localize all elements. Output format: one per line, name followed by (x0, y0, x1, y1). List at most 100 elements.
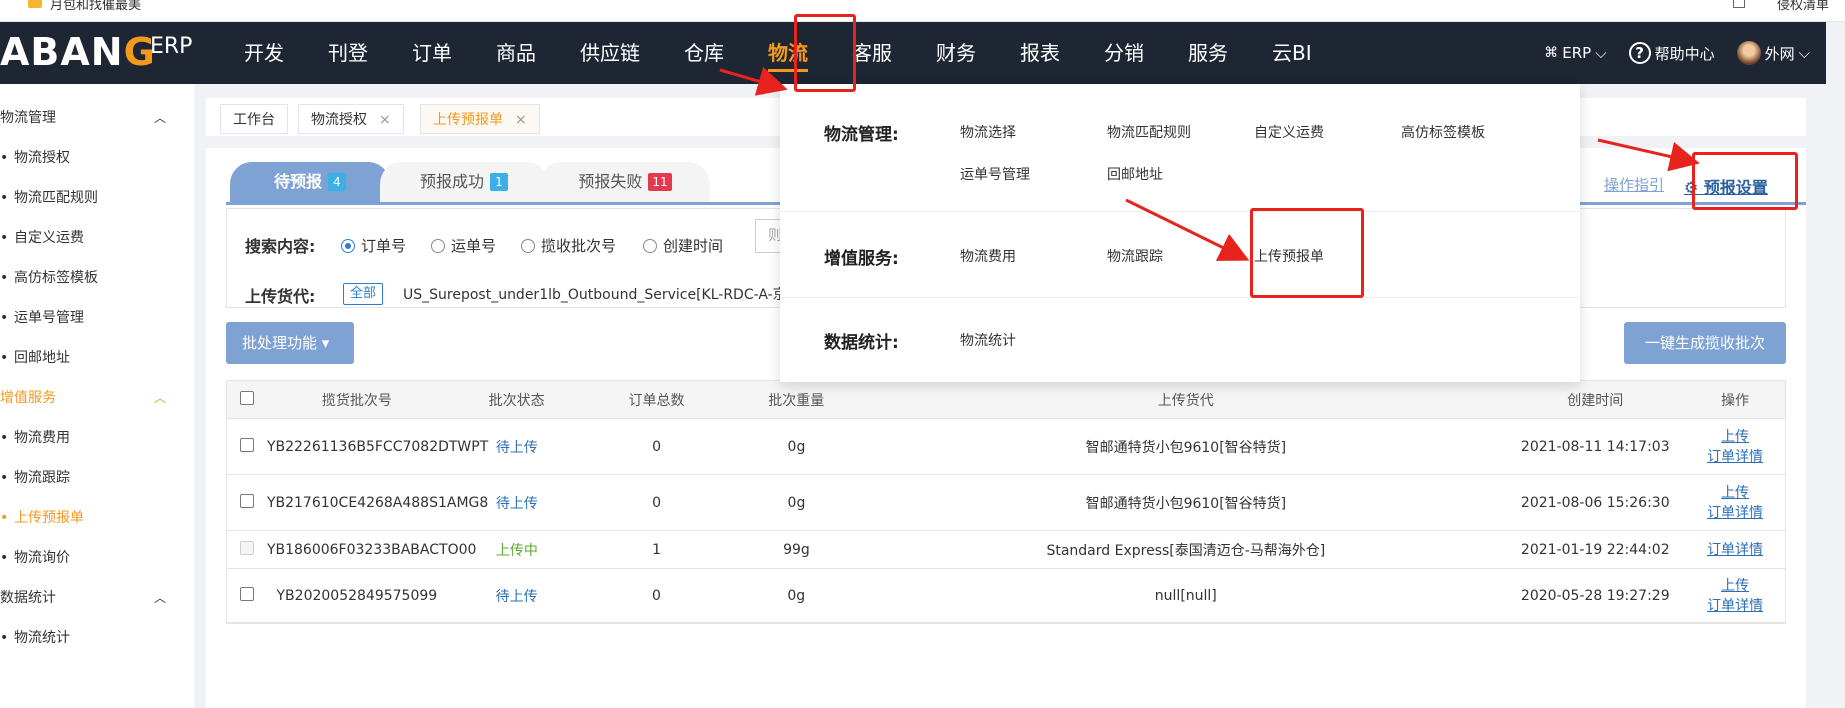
top-header: ABANG ERP 开发 刊登 订单 商品 供应链 仓库 物流 客服 财务 报表… (0, 22, 1826, 84)
nav-develop[interactable]: 开发 (222, 22, 306, 84)
erp-switch[interactable]: ⌘ ERP ⌵ (1544, 44, 1606, 62)
mega-row-logistics-mgmt: 物流管理: 物流选择 物流匹配规则 自定义运费 高仿标签模板 运单号管理 回邮地… (780, 84, 1580, 212)
mega-link-custom-freight[interactable]: 自定义运费 (1254, 122, 1324, 142)
select-all-checkbox[interactable] (239, 390, 254, 405)
generate-batch-button[interactable]: 一键生成揽收批次 (1624, 322, 1786, 364)
chevron-up-icon: ︿ (153, 111, 166, 125)
operation-guide-link[interactable]: 操作指引 (1604, 174, 1664, 195)
nav-cloud-bi[interactable]: 云BI (1250, 22, 1334, 84)
browser-top-strip: 月包和找催最美 侵权清单 (0, 0, 1845, 22)
annotation-box-logistics-nav (794, 14, 856, 92)
close-icon[interactable]: × (379, 112, 391, 128)
mega-link-return-address[interactable]: 回邮地址 (1107, 164, 1163, 184)
sidebar-item-upload-forecast[interactable]: 上传预报单 (0, 498, 194, 538)
help-center[interactable]: ? 帮助中心 (1628, 42, 1715, 64)
nav-orders[interactable]: 订单 (390, 22, 474, 84)
annotation-box-forecast-settings (1692, 152, 1798, 210)
row-checkbox[interactable] (239, 493, 254, 508)
user-menu[interactable]: 外网 ⌵ (1736, 41, 1810, 65)
sidebar-item-tracking[interactable]: 物流跟踪 (0, 458, 194, 498)
sidebar-item-tracking-numbers[interactable]: 运单号管理 (0, 298, 194, 338)
order-details-link[interactable]: 订单详情 (1685, 540, 1785, 560)
sidebar-item-statistics[interactable]: 物流统计 (0, 618, 194, 658)
table-row: YB217610CE4268A488S1AMG8 待上传 0 0g 智邮通特货小… (227, 475, 1785, 531)
mega-row-stats: 数据统计: 物流统计 (780, 298, 1580, 382)
row-checkbox[interactable] (239, 586, 254, 601)
infringement-list-link[interactable]: 侵权清单 (1777, 0, 1829, 13)
sidebar-item-return-address[interactable]: 回邮地址 (0, 338, 194, 378)
radio-waybill-no[interactable]: 运单号 (431, 235, 496, 256)
mega-link-tracking-numbers[interactable]: 运单号管理 (960, 164, 1030, 184)
mega-link-logistics-select[interactable]: 物流选择 (960, 122, 1016, 142)
mega-link-label-template[interactable]: 高仿标签模板 (1401, 122, 1485, 142)
sidebar-group-stats[interactable]: 数据统计 ︿ (0, 578, 194, 618)
nav-distribution[interactable]: 分销 (1082, 22, 1166, 84)
table-row: YB22261136B5FCC7082DTWPT 待上传 0 0g 智邮通特货小… (227, 419, 1785, 475)
logistics-mega-menu: 物流管理: 物流选择 物流匹配规则 自定义运费 高仿标签模板 运单号管理 回邮地… (780, 84, 1580, 382)
nav-reports[interactable]: 报表 (998, 22, 1082, 84)
sidebar: 物流管理︿ 物流授权 物流匹配规则 自定义运费 高仿标签模板 运单号管理 回邮地… (0, 84, 194, 708)
tab-failed[interactable]: 预报失败 11 (540, 162, 710, 202)
header-right: ⌘ ERP ⌵ ? 帮助中心 外网 ⌵ (1544, 22, 1810, 84)
close-icon[interactable]: × (515, 112, 527, 128)
mega-link-match-rules[interactable]: 物流匹配规则 (1107, 122, 1191, 142)
crumb-workbench[interactable]: 工作台 (220, 104, 288, 134)
order-details-link[interactable]: 订单详情 (1685, 447, 1785, 467)
crumb-upload-forecast[interactable]: 上传预报单 × (420, 104, 540, 134)
sidebar-item-custom-freight[interactable]: 自定义运费 (0, 218, 194, 258)
nav-services[interactable]: 服务 (1166, 22, 1250, 84)
order-details-link[interactable]: 订单详情 (1685, 503, 1785, 523)
upload-link[interactable]: 上传 (1685, 576, 1785, 596)
sidebar-item-fees[interactable]: 物流费用 (0, 418, 194, 458)
mega-row-value-added: 增值服务: 物流费用 物流跟踪 上传预报单 (780, 212, 1580, 298)
order-details-link[interactable]: 订单详情 (1685, 596, 1785, 616)
upload-link[interactable]: 上传 (1685, 483, 1785, 503)
chevron-up-icon: ︿ (153, 391, 166, 405)
table-row: YB2020052849575099 待上传 0 0g null[null] 2… (227, 569, 1785, 623)
caret-down-icon: ▾ (321, 334, 330, 352)
row-checkbox[interactable] (239, 437, 254, 452)
nav-warehouse[interactable]: 仓库 (662, 22, 746, 84)
annotation-box-upload-forecast (1250, 208, 1364, 298)
table-row: YB186006F03233BABACTO00 上传中 1 99g Standa… (227, 531, 1785, 569)
sidebar-item-label-template[interactable]: 高仿标签模板 (0, 258, 194, 298)
mega-link-statistics[interactable]: 物流统计 (960, 330, 1016, 350)
radio-created-time[interactable]: 创建时间 (643, 235, 723, 256)
sidebar-group-value-added[interactable]: 增值服务 ︿ (0, 378, 194, 418)
logo-erp-label: ERP (150, 34, 193, 59)
forwarder-option[interactable]: US_Surepost_under1lb_Outbound_Service[KL… (403, 284, 783, 304)
nav-products[interactable]: 商品 (474, 22, 558, 84)
main-nav: 开发 刊登 订单 商品 供应链 仓库 物流 客服 财务 报表 分销 服务 云BI (222, 22, 1334, 84)
nav-supply-chain[interactable]: 供应链 (558, 22, 662, 84)
radio-order-no[interactable]: 订单号 (341, 235, 406, 256)
tab-pending[interactable]: 待预报 4 (230, 162, 390, 202)
nav-finance[interactable]: 财务 (914, 22, 998, 84)
list-icon (1733, 0, 1745, 8)
logo[interactable]: ABANG (0, 30, 156, 74)
help-icon: ? (1628, 42, 1651, 64)
chevron-up-icon: ︿ (153, 591, 166, 605)
batch-table: 揽货批次号 批次状态 订单总数 批次重量 上传货代 创建时间 操作 YB2226… (226, 380, 1786, 624)
table-header: 揽货批次号 批次状态 订单总数 批次重量 上传货代 创建时间 操作 (227, 381, 1785, 419)
avatar (1736, 41, 1761, 65)
radio-batch-no[interactable]: 揽收批次号 (521, 235, 616, 256)
search-label: 搜索内容: (245, 237, 316, 256)
tab-success[interactable]: 预报成功 1 (380, 162, 548, 202)
batch-actions-button[interactable]: 批处理功能 ▾ (226, 322, 354, 364)
forwarder-all-tag[interactable]: 全部 (343, 283, 384, 305)
sidebar-item-auth[interactable]: 物流授权 (0, 138, 194, 178)
sidebar-item-match-rules[interactable]: 物流匹配规则 (0, 178, 194, 218)
mega-link-tracking[interactable]: 物流跟踪 (1107, 246, 1163, 266)
chevron-down-icon: ⌵ (1595, 44, 1607, 62)
row-checkbox (239, 540, 254, 555)
upload-link[interactable]: 上传 (1685, 427, 1785, 447)
mega-link-fees[interactable]: 物流费用 (960, 246, 1016, 266)
sidebar-group-logistics[interactable]: 物流管理 ︿ (0, 98, 194, 138)
nav-listing[interactable]: 刊登 (306, 22, 390, 84)
crumb-logistics-auth[interactable]: 物流授权 × (298, 104, 404, 134)
grid-icon: ⌘ (1544, 45, 1559, 61)
folder-icon (28, 0, 42, 8)
chevron-down-icon: ⌵ (1798, 44, 1810, 62)
browser-tab-title[interactable]: 月包和找催最美 (50, 0, 141, 13)
sidebar-item-inquiry[interactable]: 物流询价 (0, 538, 194, 578)
